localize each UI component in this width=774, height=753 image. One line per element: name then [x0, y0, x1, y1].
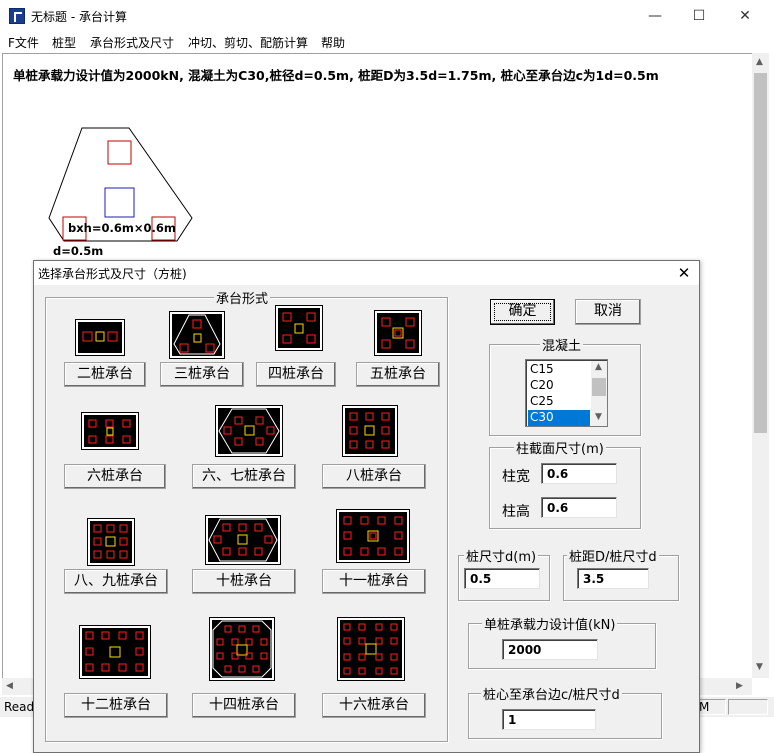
scroll-down-icon[interactable]: ▼ — [756, 662, 763, 672]
minimize-button[interactable]: — — [632, 0, 678, 32]
thumb-8-pile[interactable] — [342, 405, 398, 457]
scroll-right-icon[interactable]: ▶ — [736, 681, 743, 691]
pile-cap-drawing: bxh=0.6m×0.6m d=0.5m — [48, 127, 193, 256]
cap-6-pile-button[interactable]: 六桩承台 — [64, 464, 166, 489]
cap-8-pile-button[interactable]: 八桩承台 — [322, 464, 426, 489]
column-height-input[interactable]: 0.6 — [541, 497, 617, 518]
pile-top — [107, 140, 132, 165]
thumb-4-pile[interactable] — [275, 305, 323, 351]
list-scroll-down-icon[interactable]: ▼ — [595, 412, 602, 422]
column-size-group-label: 柱截面尺寸(m) — [514, 438, 606, 457]
cap-14-pile-button[interactable]: 十四桩承台 — [192, 693, 296, 718]
thumb-14-pile[interactable] — [209, 617, 275, 681]
thumb-16-pile[interactable] — [337, 617, 405, 681]
edge-distance-input[interactable]: 1 — [502, 709, 596, 730]
pile-size-input[interactable]: 0.5 — [464, 568, 540, 589]
thumb-8-9-pile[interactable] — [87, 518, 135, 566]
cap-16-pile-button[interactable]: 十六桩承台 — [322, 693, 426, 718]
cap-12-pile-button[interactable]: 十二桩承台 — [64, 693, 168, 718]
cap-5-pile-button[interactable]: 五桩承台 — [356, 362, 440, 387]
maximize-button[interactable]: ☐ — [676, 0, 722, 32]
column-size-label: bxh=0.6m×0.6m — [68, 221, 176, 235]
thumb-6-pile[interactable] — [81, 412, 139, 450]
thumb-6-7-pile[interactable] — [215, 405, 283, 457]
cap-3-pile-button[interactable]: 三桩承台 — [160, 362, 244, 387]
concrete-option-selected[interactable]: C30 — [528, 410, 590, 426]
list-scroll-thumb[interactable] — [592, 378, 606, 396]
cap-6-7-pile-button[interactable]: 六、七桩承台 — [192, 464, 296, 489]
column-height-label: 柱高 — [502, 504, 530, 520]
thumb-2-pile[interactable] — [75, 319, 125, 356]
status-cell-empty — [728, 699, 768, 715]
concrete-option[interactable]: C25 — [528, 394, 590, 410]
edge-distance-group-label: 桩心至承台边c/桩尺寸d — [481, 684, 622, 703]
menu-cap-shape[interactable]: 承台形式及尺寸 — [90, 34, 174, 51]
concrete-listbox[interactable]: C15 C20 C25 C30 ▲ ▼ — [525, 359, 608, 427]
cap-2-pile-button[interactable]: 二桩承台 — [64, 362, 146, 387]
scroll-up-icon[interactable]: ▲ — [756, 57, 763, 67]
window-title: 无标题 - 承台计算 — [31, 10, 127, 24]
concrete-option[interactable]: C15 — [528, 362, 590, 378]
pile-spacing-group-label: 桩距D/桩尺寸d — [567, 546, 659, 565]
status-text: Read — [4, 700, 35, 714]
cancel-button[interactable]: 取消 — [575, 299, 641, 325]
concrete-list-scrollbar[interactable]: ▲ ▼ — [591, 361, 607, 426]
capacity-group-label: 单桩承载力设计值(kN) — [482, 614, 618, 633]
vertical-scroll-thumb[interactable] — [754, 73, 767, 433]
concrete-option[interactable]: C20 — [528, 378, 590, 394]
thumb-12-pile[interactable] — [79, 625, 151, 679]
menu-pile-type[interactable]: 桩型 — [52, 34, 76, 51]
menu-file[interactable]: F文件 — [8, 34, 39, 51]
cap-4-pile-button[interactable]: 四桩承台 — [256, 362, 336, 387]
menu-calculation[interactable]: 冲切、剪切、配筋计算 — [188, 34, 308, 51]
thumb-10-pile[interactable] — [205, 515, 281, 565]
summary-text: 单桩承载力设计值为2000kN, 混凝土为C30,桩径d=0.5m, 桩距D为3… — [13, 68, 659, 83]
cap-10-pile-button[interactable]: 十桩承台 — [192, 569, 296, 594]
pile-spacing-input[interactable]: 3.5 — [577, 568, 649, 589]
thumb-3-pile[interactable] — [169, 311, 225, 359]
thumb-11-pile[interactable] — [336, 509, 410, 563]
status-cell-mode: M — [696, 699, 726, 715]
dialog-title: 选择承台形式及尺寸（方桩) — [38, 267, 187, 281]
list-scroll-up-icon[interactable]: ▲ — [595, 362, 602, 372]
cap-11-pile-button[interactable]: 十一桩承台 — [322, 569, 426, 594]
close-button[interactable]: ✕ — [722, 0, 768, 32]
pile-size-group-label: 桩尺寸d(m) — [464, 546, 539, 565]
pile-diameter-label: d=0.5m — [53, 244, 103, 256]
menu-help[interactable]: 帮助 — [321, 34, 345, 51]
scroll-left-icon[interactable]: ◀ — [6, 681, 13, 691]
capacity-input[interactable]: 2000 — [502, 639, 598, 660]
thumb-5-pile[interactable] — [374, 310, 422, 356]
cap-8-9-pile-button[interactable]: 八、九桩承台 — [64, 569, 168, 594]
cap-type-group-label: 承台形式 — [214, 288, 271, 307]
dialog-close-icon[interactable]: ✕ — [670, 261, 698, 285]
menu-bar: F文件 桩型 承台形式及尺寸 冲切、剪切、配筋计算 帮助 — [0, 32, 774, 52]
title-bar: 无标题 - 承台计算 — ☐ ✕ — [0, 0, 774, 32]
column-width-label: 柱宽 — [502, 469, 530, 485]
vertical-scrollbar[interactable]: ▲ ▼ — [752, 53, 769, 678]
app-icon — [9, 8, 25, 24]
dialog-title-bar: 选择承台形式及尺寸（方桩) ✕ — [34, 261, 699, 285]
column-width-input[interactable]: 0.6 — [541, 463, 617, 484]
column-square — [104, 187, 135, 218]
ok-button[interactable]: 确定 — [490, 299, 555, 325]
concrete-group-label: 混凝土 — [540, 335, 584, 354]
